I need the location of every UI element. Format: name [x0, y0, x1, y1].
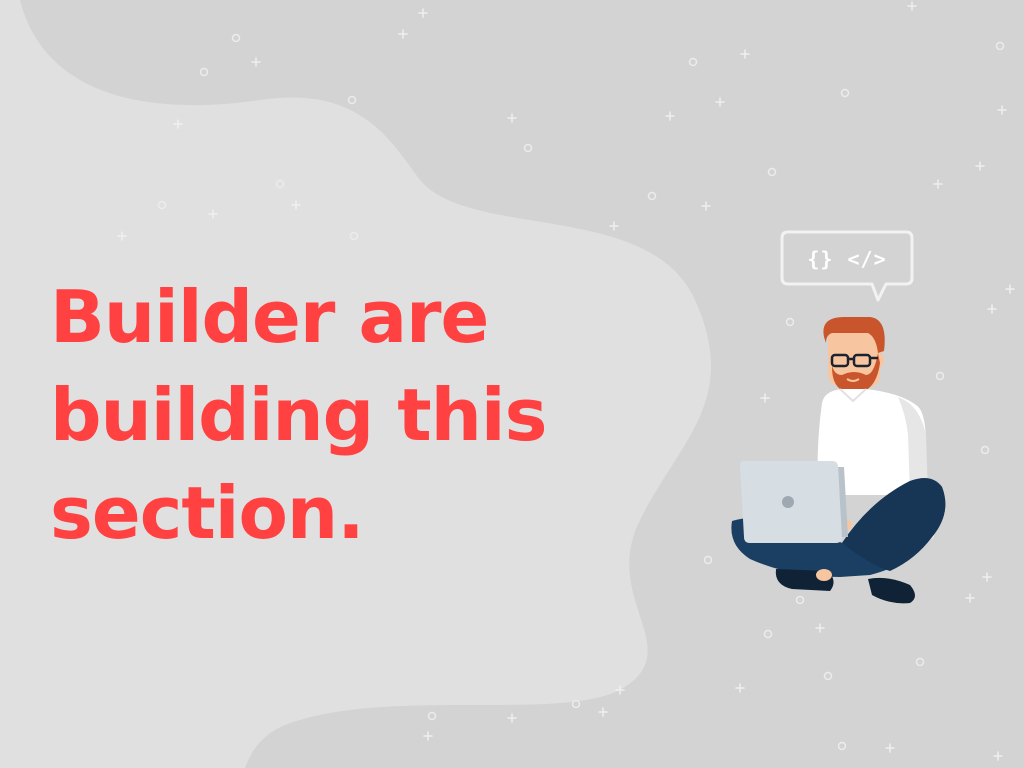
developer-head — [823, 317, 885, 393]
laptop-icon — [740, 461, 848, 543]
headline-line-1: Builder are — [50, 275, 489, 359]
developer-with-laptop-illustration — [731, 317, 946, 604]
headline-line-2: building this — [50, 373, 547, 457]
page-headline: Builder are building this section. — [50, 268, 650, 562]
headline-line-3: section. — [50, 471, 365, 555]
under-construction-page: Builder are building this section. {} </> — [0, 0, 1024, 768]
